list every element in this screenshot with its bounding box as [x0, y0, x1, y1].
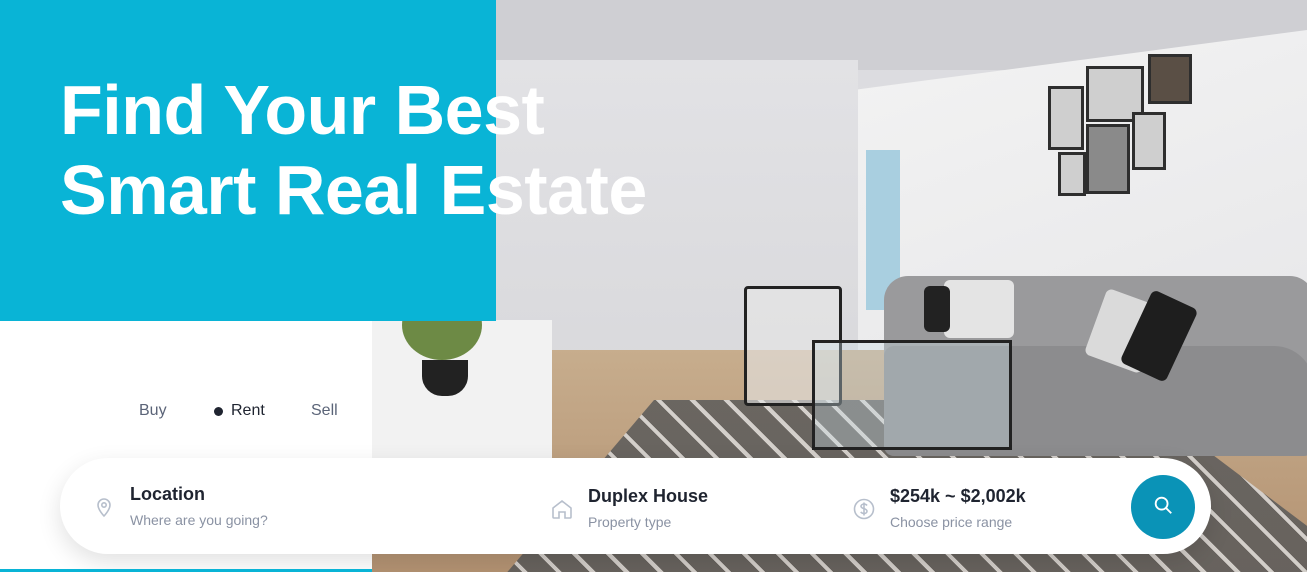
location-placeholder: Where are you going? — [130, 512, 268, 528]
property-type-value: Duplex House — [588, 486, 709, 506]
search-icon — [1152, 494, 1174, 521]
search-button[interactable] — [1131, 475, 1195, 539]
home-icon — [550, 497, 574, 521]
tab-rent-label: Rent — [231, 402, 265, 419]
location-pin-icon — [92, 495, 116, 519]
tab-rent[interactable]: Rent — [214, 402, 265, 420]
tab-sell-label: Sell — [311, 402, 338, 419]
property-type-field[interactable]: Duplex House Property type — [550, 484, 708, 533]
price-range-value: $254k ~ $2,002k — [890, 486, 1026, 506]
price-range-field[interactable]: $254k ~ $2,002k Choose price range — [852, 484, 1026, 533]
search-bar: Location Where are you going? Duplex Hou… — [60, 458, 1211, 554]
active-dot-icon — [214, 406, 223, 416]
tab-buy[interactable]: Buy — [139, 402, 167, 420]
location-label: Location — [130, 484, 205, 504]
price-range-sub: Choose price range — [890, 514, 1013, 530]
hero-title: Find Your Best Smart Real Estate — [60, 70, 647, 230]
property-type-sub: Property type — [588, 514, 672, 530]
location-field[interactable]: Location Where are you going? — [92, 482, 268, 531]
photo-plant-pot — [422, 360, 468, 396]
hero-title-line1: Find Your Best — [60, 71, 545, 149]
tab-sell[interactable]: Sell — [311, 402, 338, 420]
hero-title-line2: Smart Real Estate — [60, 151, 647, 229]
photo-coffee-table — [812, 340, 1012, 450]
tab-buy-label: Buy — [139, 402, 167, 419]
dollar-icon — [852, 497, 876, 521]
photo-wall-frames — [1048, 54, 1198, 202]
